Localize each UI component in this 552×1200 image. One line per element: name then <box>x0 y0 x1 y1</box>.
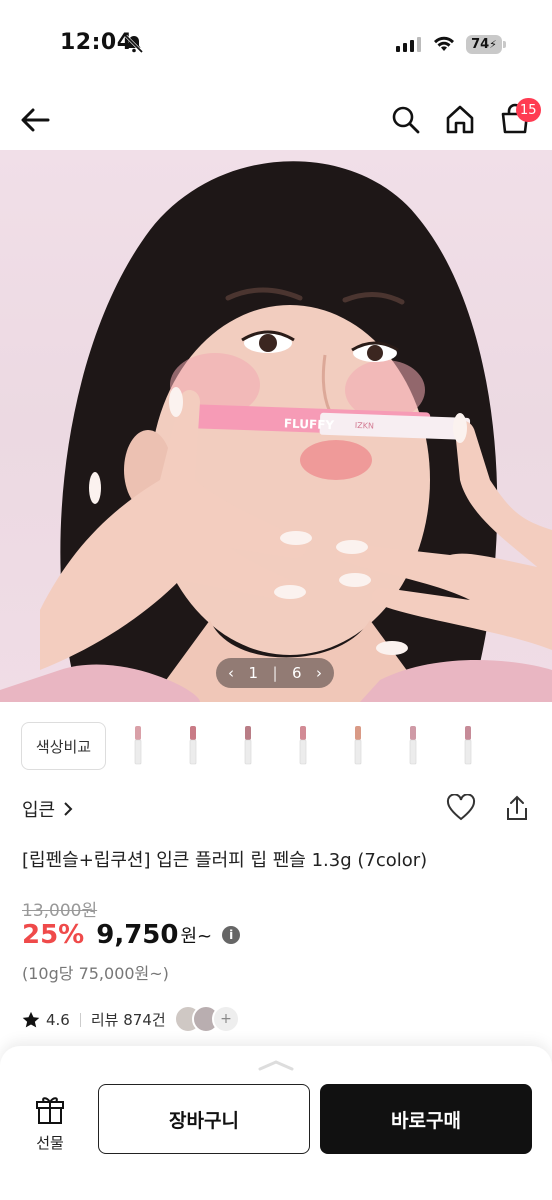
pencil-brand-text: FLUFFY <box>284 416 335 432</box>
heart-icon[interactable] <box>446 793 476 826</box>
plus-icon: + <box>212 1005 240 1033</box>
bottom-action-bar: 선물 장바구니 바로구매 <box>0 1046 552 1200</box>
search-icon[interactable] <box>388 102 424 138</box>
wifi-icon <box>432 34 456 56</box>
product-image-carousel[interactable]: FLUFFY IZKN <box>0 150 552 702</box>
sale-price: 9,750 <box>96 920 179 950</box>
color-swatch-3[interactable] <box>243 726 253 766</box>
color-swatch-6[interactable] <box>408 726 418 766</box>
chevron-right-icon <box>64 802 73 816</box>
status-time: 12:04 <box>60 30 133 55</box>
product-title: [립펜슬+립쿠션] 입큰 플러피 립 펜슬 1.3g (7color) <box>22 850 428 871</box>
chevron-right-icon[interactable]: › <box>316 664 322 682</box>
color-swatch-5[interactable] <box>353 726 363 766</box>
share-icon[interactable] <box>504 794 530 826</box>
chevron-up-icon[interactable] <box>256 1058 296 1072</box>
sale-price-suffix: 원~ <box>180 926 213 947</box>
color-compare-button[interactable]: 색상비교 <box>21 722 106 770</box>
home-icon[interactable] <box>442 102 478 138</box>
gift-button[interactable]: 선물 <box>28 1094 72 1153</box>
gift-label: 선물 <box>36 1134 64 1152</box>
pencil-maker-text: IZKN <box>355 421 374 431</box>
brand-name: 입큰 <box>22 800 56 821</box>
color-swatch-2[interactable] <box>188 726 198 766</box>
back-arrow-icon[interactable] <box>18 102 54 138</box>
cart-count-badge: 15 <box>516 98 541 122</box>
unit-price: (10g당 75,000원~) <box>22 964 169 983</box>
model-with-lip-pencil-photo: FLUFFY IZKN <box>0 161 552 702</box>
price-row: 25% 9,750 원~ i <box>22 920 241 950</box>
rating-row[interactable]: 4.6 리뷰 874건 <box>22 1009 166 1030</box>
color-swatch-1[interactable] <box>133 726 143 766</box>
add-to-cart-button[interactable]: 장바구니 <box>98 1084 310 1154</box>
original-price: 13,000원 <box>22 901 98 921</box>
battery-level: 74 <box>471 37 490 52</box>
color-options: 색상비교 <box>0 712 552 782</box>
gift-icon <box>36 1097 64 1124</box>
top-nav: 15 <box>0 90 552 150</box>
battery-icon: 74 ⚡ <box>466 35 502 54</box>
star-icon <box>22 1011 40 1027</box>
rating-score: 4.6 <box>46 1010 70 1029</box>
bell-muted-icon <box>124 34 144 58</box>
current-image-index: 1 <box>248 664 258 682</box>
color-swatch-7[interactable] <box>463 726 473 766</box>
image-pager: ‹ 1 | 6 › <box>216 658 334 688</box>
color-swatch-4[interactable] <box>298 726 308 766</box>
info-icon[interactable]: i <box>222 926 241 944</box>
cellular-signal-icon <box>396 36 421 52</box>
status-bar: 12:04 74 ⚡ <box>0 0 552 90</box>
discount-rate: 25% <box>22 920 85 950</box>
total-image-count: 6 <box>291 664 302 682</box>
buy-now-button[interactable]: 바로구매 <box>320 1084 532 1154</box>
review-count: 리뷰 874건 <box>90 1011 166 1029</box>
brand-link[interactable]: 입큰 <box>22 796 73 822</box>
chevron-left-icon[interactable]: ‹ <box>228 664 234 682</box>
